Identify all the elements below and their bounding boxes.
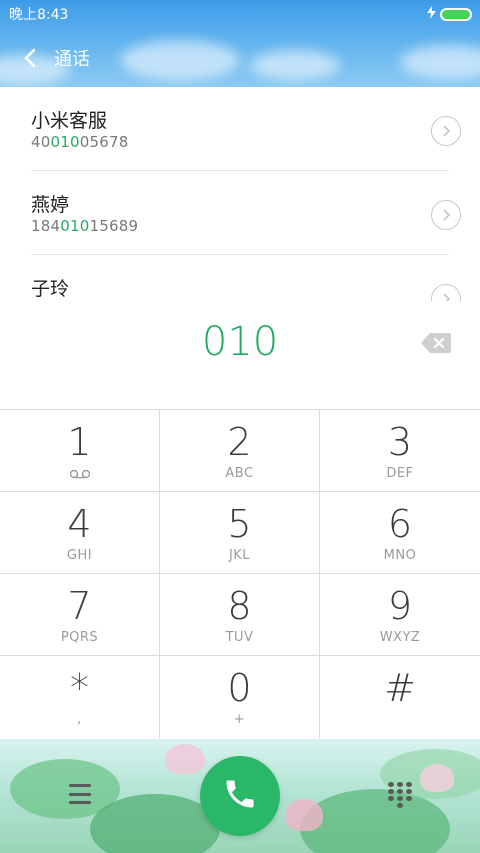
charging-icon (427, 5, 436, 23)
menu-icon[interactable] (65, 781, 95, 807)
contact-number: 4001005678 (31, 133, 129, 151)
key-digit: 0 (227, 666, 252, 710)
search-results: 小米客服 4001005678 燕婷 18401015689 子玲 (0, 87, 480, 301)
key-star[interactable]: * , (0, 655, 160, 739)
key-digit: 5 (227, 502, 252, 546)
key-3[interactable]: 3 DEF (320, 409, 480, 491)
key-letters: TUV (225, 630, 254, 645)
key-letters: PQRS (60, 630, 99, 645)
key-letters: DEF (386, 466, 414, 481)
key-digit: 6 (387, 502, 413, 546)
voicemail-icon (69, 466, 91, 482)
contact-name: 小米客服 (31, 110, 108, 132)
key-5[interactable]: 5 JKL (160, 491, 320, 573)
dialpad-icon[interactable] (388, 782, 412, 808)
key-1[interactable]: 1 (0, 409, 160, 491)
call-button[interactable] (200, 756, 280, 836)
result-item[interactable]: 子玲 (31, 255, 461, 301)
chevron-right-icon[interactable] (431, 116, 461, 146)
key-letters: WXYZ (379, 630, 421, 645)
key-digit: * (70, 666, 89, 710)
chevron-left-icon[interactable] (18, 46, 42, 70)
key-8[interactable]: 8 TUV (160, 573, 320, 655)
lotus-flower-decoration (165, 744, 205, 774)
key-7[interactable]: 7 PQRS (0, 573, 160, 655)
status-icons (427, 5, 472, 23)
key-digit: 3 (387, 420, 413, 464)
app-bar: 通话 (0, 28, 480, 87)
phone-icon (222, 776, 258, 816)
chevron-right-icon[interactable] (431, 284, 461, 301)
contact-name: 燕婷 (31, 194, 70, 216)
key-letters: JKL (228, 548, 251, 563)
key-letters: ABC (225, 466, 254, 481)
key-digit: # (384, 666, 416, 710)
key-digit: 9 (387, 584, 413, 628)
key-hash[interactable]: # (320, 655, 480, 739)
dial-keypad: 1 2 ABC 3 DEF 4 GHI 5 JKL 6 MNO 7 PQRS 8… (0, 409, 480, 739)
dialed-number[interactable]: 010 (0, 319, 480, 365)
key-digit: 2 (227, 420, 252, 464)
key-2[interactable]: 2 ABC (160, 409, 320, 491)
key-letters: + (233, 712, 246, 727)
key-4[interactable]: 4 GHI (0, 491, 160, 573)
contact-name: 子玲 (31, 278, 70, 300)
key-9[interactable]: 9 WXYZ (320, 573, 480, 655)
key-digit: 4 (67, 502, 92, 546)
key-letters: GHI (66, 548, 93, 563)
key-6[interactable]: 6 MNO (320, 491, 480, 573)
key-digit: 7 (67, 584, 92, 628)
battery-icon (440, 7, 472, 21)
key-letters: MNO (383, 548, 417, 563)
chevron-right-icon[interactable] (431, 200, 461, 230)
key-digit: 8 (227, 584, 252, 628)
key-0[interactable]: 0 + (160, 655, 320, 739)
header: 晚上8:43 通话 (0, 0, 480, 87)
key-digit: 1 (67, 420, 92, 464)
key-letters: , (77, 712, 82, 727)
status-bar: 晚上8:43 (0, 0, 480, 28)
contact-number: 18401015689 (31, 217, 139, 235)
status-time: 晚上8:43 (9, 7, 69, 23)
backspace-icon[interactable] (421, 333, 451, 353)
page-title: 通话 (54, 48, 90, 70)
dial-input-row: 010 (0, 301, 480, 409)
result-item[interactable]: 燕婷 18401015689 (31, 171, 461, 255)
lotus-flower-decoration (420, 764, 454, 792)
lotus-flower-decoration (285, 799, 323, 831)
bottom-bar (0, 739, 480, 853)
result-item[interactable]: 小米客服 4001005678 (31, 87, 461, 171)
